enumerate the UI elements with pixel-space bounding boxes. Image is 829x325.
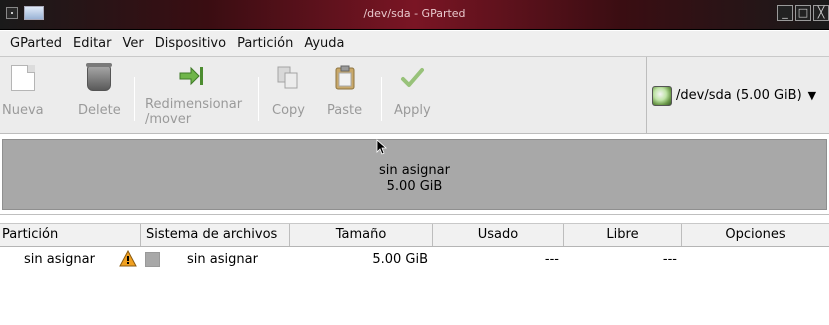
row-partition: sin asignar xyxy=(24,252,95,267)
resize-move-label: Redimensionar /mover xyxy=(145,97,243,127)
checkmark-icon xyxy=(400,65,425,91)
warning-icon xyxy=(119,250,137,267)
title-bar: /dev/sda - GParted _ □ ╳ xyxy=(0,0,829,30)
copy-button[interactable]: Copy xyxy=(272,65,305,118)
filesystem-color-swatch xyxy=(145,252,160,267)
device-label: /dev/sda (5.00 GiB) xyxy=(676,88,802,103)
column-header-size[interactable]: Tamaño xyxy=(290,224,433,246)
disk-icon xyxy=(652,85,672,106)
menu-ver[interactable]: Ver xyxy=(119,36,151,51)
chevron-down-icon: ▼ xyxy=(807,89,817,102)
column-header-partition[interactable]: Partición xyxy=(0,224,141,246)
row-size: 5.00 GiB xyxy=(372,252,428,267)
new-label: Nueva xyxy=(2,103,44,118)
partition-table-header: Partición Sistema de archivos Tamaño Usa… xyxy=(0,223,829,247)
paste-button[interactable]: Paste xyxy=(327,65,362,118)
column-header-free[interactable]: Libre xyxy=(564,224,682,246)
menu-particion[interactable]: Partición xyxy=(233,36,300,51)
paste-icon xyxy=(333,65,357,91)
unallocated-size: 5.00 GiB xyxy=(386,179,443,194)
row-filesystem: sin asignar xyxy=(187,252,258,267)
menu-ayuda[interactable]: Ayuda xyxy=(300,36,351,51)
row-used: --- xyxy=(544,252,559,267)
delete-button[interactable]: Delete xyxy=(78,63,121,118)
device-selector[interactable]: /dev/sda (5.00 GiB) ▼ xyxy=(646,57,829,134)
toolbar-separator xyxy=(258,77,259,121)
toolbar-separator xyxy=(134,77,135,121)
unallocated-name: sin asignar xyxy=(379,163,450,178)
menu-gparted[interactable]: GParted xyxy=(6,36,69,51)
menu-dispositivo[interactable]: Dispositivo xyxy=(151,36,233,51)
menu-bar: GParted Editar Ver Dispositivo Partición… xyxy=(0,31,829,57)
minimize-icon[interactable]: _ xyxy=(777,5,793,21)
partition-map: sin asignar 5.00 GiB xyxy=(0,135,829,215)
column-header-filesystem[interactable]: Sistema de archivos xyxy=(141,224,290,246)
resize-move-button[interactable]: Redimensionar /mover xyxy=(145,65,242,127)
window-title: /dev/sda - GParted xyxy=(363,7,466,20)
mouse-cursor-icon xyxy=(376,139,388,155)
toolbar: Nueva Delete Redimensionar /mover Copy P… xyxy=(0,57,829,134)
copy-icon xyxy=(276,65,300,91)
maximize-icon[interactable]: □ xyxy=(795,5,811,21)
column-header-options[interactable]: Opciones xyxy=(682,224,829,246)
apply-label: Apply xyxy=(394,103,431,118)
resize-arrow-icon xyxy=(178,65,203,91)
paste-label: Paste xyxy=(327,103,363,118)
copy-label: Copy xyxy=(272,103,305,118)
new-button[interactable]: Nueva xyxy=(2,65,44,118)
trash-icon xyxy=(86,63,113,91)
delete-label: Delete xyxy=(78,103,121,118)
menu-editar[interactable]: Editar xyxy=(69,36,119,51)
apply-button[interactable]: Apply xyxy=(394,65,431,118)
row-free: --- xyxy=(662,252,677,267)
close-icon[interactable]: ╳ xyxy=(813,5,829,21)
unallocated-block[interactable]: sin asignar 5.00 GiB xyxy=(2,139,827,210)
column-header-used[interactable]: Usado xyxy=(433,224,564,246)
new-document-icon xyxy=(10,65,35,91)
toolbar-separator xyxy=(381,77,382,121)
